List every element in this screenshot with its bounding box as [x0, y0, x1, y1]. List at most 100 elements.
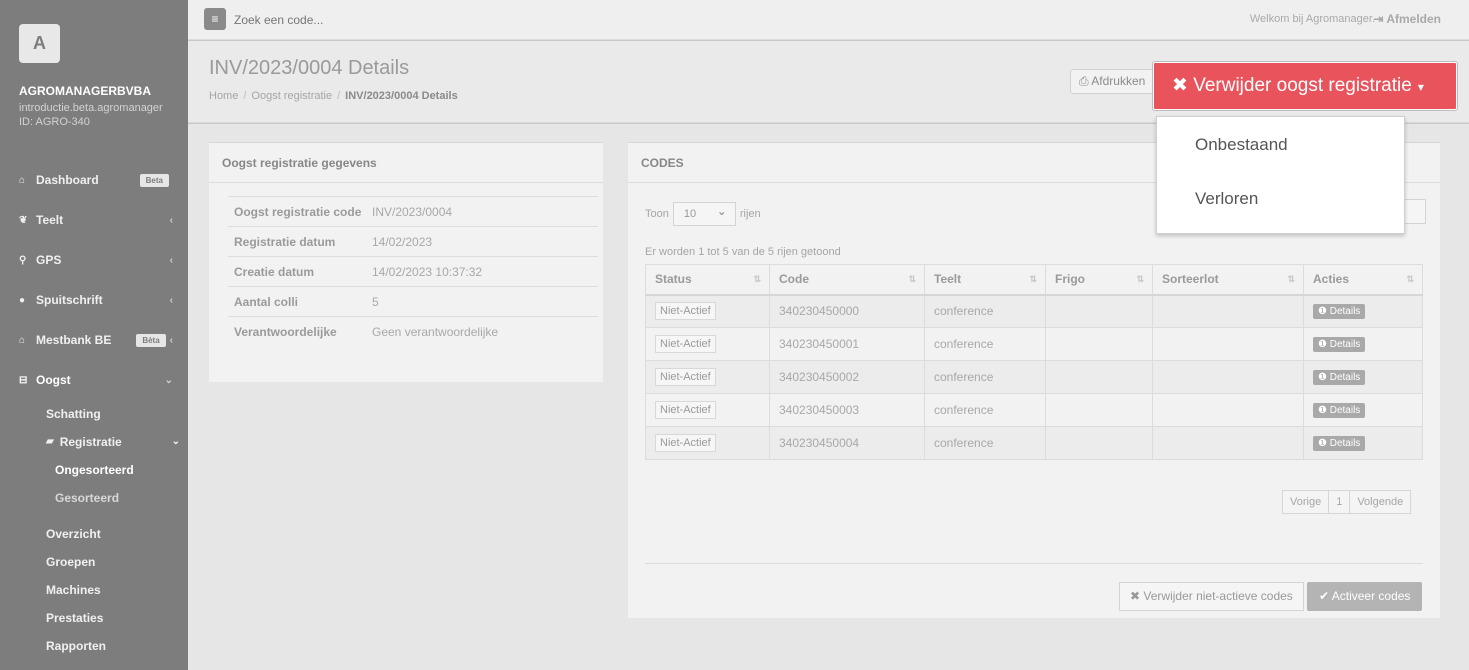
frigo-cell — [1045, 426, 1153, 460]
sidebar-item-oogst[interactable]: ⊟ Oogst ⌄ — [0, 360, 188, 400]
sidebar-item-teelt[interactable]: ❦ Teelt ‹ — [0, 200, 188, 240]
details-button[interactable]: ❶ Details — [1313, 337, 1366, 352]
sorteerlot-cell — [1152, 393, 1304, 427]
sort-icon: ⇅ — [908, 274, 916, 284]
breadcrumb-current: INV/2023/0004 Details — [345, 90, 458, 102]
detail-value: Geen verantwoordelijke — [372, 324, 499, 339]
welcome-text: Welkom bij Agromanager. — [1249, 13, 1375, 25]
column-header-status[interactable]: Status ⇅ — [645, 264, 770, 296]
teelt-cell: conference — [924, 393, 1046, 427]
code-cell: 340230450003 — [769, 393, 925, 427]
search-input[interactable] — [234, 9, 494, 31]
breadcrumb-oogst[interactable]: Oogst registratie — [251, 90, 332, 102]
code-cell: 340230450002 — [769, 360, 925, 394]
table-row: Niet-Actief 340230450000 conference ❶ De… — [645, 294, 1423, 328]
tint-icon: ● — [19, 294, 26, 306]
menu-toggle-button[interactable]: ≡ — [204, 8, 226, 30]
map-marker-icon: ⚲ — [19, 254, 27, 266]
show-suffix: rijen — [739, 208, 761, 220]
code-cell: 340230450000 — [769, 294, 925, 328]
sidebar-sub-groepen[interactable]: Groepen — [0, 548, 188, 576]
details-button[interactable]: ❶ Details — [1313, 436, 1366, 451]
details-panel-title: Oogst registratie gegevens — [209, 143, 603, 183]
frigo-cell — [1045, 393, 1153, 427]
frigo-cell — [1045, 294, 1153, 328]
column-header-sorteerlot[interactable]: Sorteerlot ⇅ — [1152, 264, 1304, 296]
sidebar-item-gps[interactable]: ⚲ GPS ‹ — [0, 240, 188, 280]
remove-inactive-codes-button[interactable]: ✖ Verwijder niet-actieve codes — [1119, 582, 1304, 611]
sidebar-item-spuitschrift[interactable]: ● Spuitschrift ‹ — [0, 280, 188, 320]
detail-key: Creatie datum — [234, 264, 315, 279]
details-button[interactable]: ❶ Details — [1313, 370, 1366, 385]
sidebar-nav: ⌂ Dashboard Beta ❦ Teelt ‹ ⚲ GPS ‹ ● Spu… — [0, 160, 188, 660]
sidebar-item-dashboard[interactable]: ⌂ Dashboard Beta — [0, 160, 188, 200]
code-cell: 340230450001 — [769, 327, 925, 361]
pagination-next[interactable]: Volgende — [1349, 490, 1412, 514]
sidebar-sub-prestaties[interactable]: Prestaties — [0, 604, 188, 632]
folder-open-icon: ▰ — [46, 436, 54, 447]
status-badge: Niet-Actief — [655, 302, 716, 321]
detail-value: 5 — [372, 294, 379, 309]
top-bar: ≡ Welkom bij Agromanager. ⇥ Afmelden — [188, 0, 1469, 40]
sidebar-sub-schatting[interactable]: Schatting — [0, 400, 188, 428]
sidebar-sub-machines[interactable]: Machines — [0, 576, 188, 604]
detail-key: Oogst registratie code — [234, 204, 362, 219]
sort-icon: ⇅ — [1136, 274, 1144, 284]
status-badge: Niet-Actief — [655, 401, 716, 419]
dropdown-item-onbestaand[interactable]: Onbestaand — [1195, 135, 1288, 155]
details-list: Oogst registratie code INV/2023/0004 Regi… — [228, 196, 598, 346]
teelt-cell: conference — [924, 426, 1046, 460]
sidebar-item-mestbank[interactable]: ⌂ Mestbank BE Bèta ‹ — [0, 320, 188, 360]
sidebar-item-label: Teelt — [36, 213, 64, 227]
code-cell: 340230450004 — [769, 426, 925, 460]
sidebar-item-label: Spuitschrift — [36, 293, 103, 307]
chevron-down-icon: ⌄ — [171, 436, 180, 447]
logout-link[interactable]: ⇥ Afmelden — [1373, 12, 1441, 26]
sidebar-sub-rapporten[interactable]: Rapporten — [0, 632, 188, 660]
beta-badge: Beta — [139, 173, 169, 187]
dropdown-item-verloren[interactable]: Verloren — [1195, 189, 1258, 209]
pagination-prev[interactable]: Vorige — [1282, 490, 1330, 514]
leaf-icon: ❦ — [19, 214, 28, 226]
page-size-select[interactable]: 10 — [672, 200, 736, 226]
breadcrumb-home[interactable]: Home — [209, 90, 238, 102]
sorteerlot-cell — [1152, 294, 1304, 328]
sort-icon: ⇅ — [1406, 274, 1414, 284]
chevron-left-icon: ‹ — [169, 214, 173, 226]
pagination-page[interactable]: 1 — [1329, 490, 1350, 514]
column-header-frigo[interactable]: Frigo ⇅ — [1045, 264, 1153, 296]
sorteerlot-cell — [1152, 327, 1304, 361]
status-badge: Niet-Actief — [655, 335, 716, 353]
status-badge: Niet-Actief — [655, 368, 716, 386]
beta-badge: Bèta — [136, 333, 166, 347]
chevron-down-icon: ⌄ — [164, 374, 173, 386]
sorteerlot-cell — [1152, 426, 1304, 460]
details-button[interactable]: ❶ Details — [1313, 304, 1366, 320]
chevron-left-icon: ‹ — [169, 334, 173, 346]
sidebar-sub-gesorteerd[interactable]: Gesorteerd — [0, 484, 188, 512]
status-badge: Niet-Actief — [655, 434, 716, 452]
chevron-left-icon: ‹ — [169, 254, 173, 266]
detail-row: Aantal colli 5 — [228, 286, 598, 316]
activate-codes-button[interactable]: ✔ Activeer codes — [1307, 582, 1423, 611]
details-button[interactable]: ❶ Details — [1313, 403, 1366, 418]
sidebar-sub-registratie[interactable]: ▰ Registratie ⌄ — [0, 428, 188, 456]
company-id: ID: AGRO-340 — [19, 116, 90, 128]
sort-icon: ⇅ — [1287, 274, 1295, 284]
delete-harvest-registration-button[interactable]: ✖ Verwijder oogst registratie ▾ — [1153, 62, 1457, 110]
sidebar-item-label: Oogst — [36, 373, 71, 387]
sort-icon: ⇅ — [753, 274, 761, 284]
detail-value: INV/2023/0004 — [372, 204, 453, 219]
sidebar-sub-ongesorteerd[interactable]: Ongesorteerd — [0, 456, 188, 484]
column-header-teelt[interactable]: Teelt ⇅ — [924, 264, 1046, 296]
chevron-left-icon: ‹ — [169, 294, 173, 306]
sidebar-item-label: GPS — [36, 253, 62, 267]
detail-key: Verantwoordelijke — [234, 324, 337, 339]
print-button[interactable]: ⎙ Afdrukken — [1070, 69, 1155, 94]
frigo-cell — [1045, 327, 1153, 361]
column-header-code[interactable]: Code ⇅ — [769, 264, 925, 296]
detail-value: 14/02/2023 — [372, 234, 433, 249]
sidebar-item-label: Dashboard — [36, 173, 99, 187]
sidebar-sub-overzicht[interactable]: Overzicht — [0, 520, 188, 548]
column-header-acties[interactable]: Acties ⇅ — [1303, 264, 1423, 296]
